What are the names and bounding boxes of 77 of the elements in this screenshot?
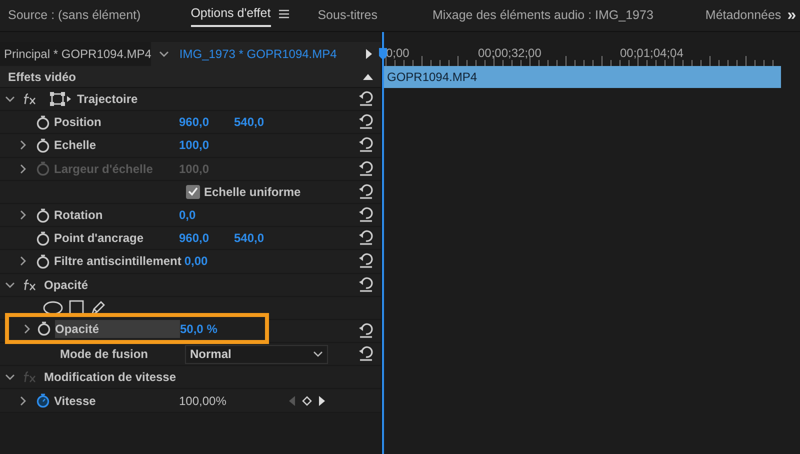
chevron-down-icon[interactable] (5, 95, 15, 104)
parameter-name: Mode de fusion (60, 346, 149, 364)
stopwatch-icon[interactable] (36, 114, 50, 130)
pen-icon[interactable] (90, 300, 105, 316)
reset-icon[interactable] (358, 91, 374, 106)
parameter-name: Point d'ancrage (54, 230, 145, 248)
chevron-right-icon[interactable] (19, 210, 27, 220)
reset-icon[interactable] (358, 253, 374, 268)
collapse-icon[interactable] (363, 73, 373, 80)
parameter-name: Largeur d'échelle (54, 160, 154, 178)
checkbox[interactable] (186, 184, 200, 199)
fx-icon[interactable] (22, 92, 38, 106)
transform-icon[interactable] (50, 92, 72, 106)
overflow-button[interactable]: » (781, 2, 800, 28)
timecode: 0;00 (386, 45, 410, 62)
fx-icon[interactable] (22, 278, 38, 292)
reset-icon[interactable] (358, 206, 374, 222)
reset-icon[interactable] (358, 137, 374, 152)
parameter-value[interactable]: 50,0 % (180, 320, 235, 338)
playhead-handle-icon[interactable] (379, 48, 387, 60)
parameter-value: 100,0 (179, 160, 210, 178)
chevron-right-icon[interactable] (19, 256, 27, 266)
stopwatch-icon[interactable] (36, 254, 50, 269)
reset-icon[interactable] (358, 160, 374, 176)
reset-icon[interactable] (358, 322, 374, 338)
blend-mode-dropdown[interactable]: Normal (185, 344, 328, 364)
chevron-down-icon[interactable] (5, 373, 15, 382)
tab[interactable]: Métadonnées (705, 6, 782, 25)
parameter-name: Position (54, 114, 102, 132)
parameter-name: Opacité (55, 320, 180, 338)
reset-icon[interactable] (358, 276, 374, 292)
chevron-down-icon[interactable] (159, 50, 170, 58)
keyframe-navigator[interactable] (289, 396, 325, 406)
tab[interactable]: Options d'effet (190, 4, 271, 28)
caret-icon (313, 350, 323, 358)
parameter-name: Echelle (54, 137, 98, 154)
parameter-value[interactable]: 960,0 (179, 113, 234, 132)
chevron-right-icon[interactable] (19, 396, 27, 406)
effect-name: Opacité (44, 276, 90, 294)
stopwatch-icon[interactable] (36, 138, 50, 153)
effect-name: Trajectoire (77, 91, 139, 108)
stopwatch-icon[interactable] (36, 393, 50, 408)
reset-icon[interactable] (358, 184, 374, 199)
tab[interactable]: Mixage des éléments audio : IMG_1973 (432, 6, 654, 25)
chevron-right-icon[interactable] (19, 140, 27, 150)
play-icon[interactable] (365, 49, 373, 59)
reset-icon[interactable] (358, 346, 374, 362)
tab[interactable]: Sous-titres (318, 6, 378, 25)
reset-icon[interactable] (358, 230, 374, 246)
tab[interactable]: Source : (sans élément) (8, 6, 141, 25)
section-title: Effets vidéo (8, 68, 76, 86)
ellipse-mask-icon[interactable] (43, 300, 63, 315)
parameter-name: Rotation (54, 207, 104, 224)
stopwatch-icon[interactable] (37, 321, 51, 336)
parameter-name: Filtre antiscintillement (54, 253, 182, 270)
parameter-value[interactable]: 540,0 (234, 113, 289, 132)
parameter-value[interactable]: 540,0 (234, 229, 289, 248)
parameter-value[interactable]: 0,00 (184, 252, 240, 270)
parameter-value: 100,00% (179, 392, 228, 410)
parameter-value[interactable]: 0,0 (179, 206, 234, 224)
chevron-down-icon[interactable] (5, 280, 15, 289)
checkbox-label: Echelle uniforme (204, 184, 302, 201)
effect-name: Modification de vitesse (44, 369, 178, 386)
reset-icon[interactable] (358, 114, 374, 130)
chevron-right-icon[interactable] (23, 324, 31, 334)
clip-name: Principal * GOPR1094.MP4 (3, 46, 152, 63)
parameter-name: Vitesse (54, 392, 97, 410)
parameter-value[interactable]: 960,0 (179, 229, 234, 248)
clip[interactable]: GOPR1094.MP4 (384, 66, 781, 88)
stopwatch-icon[interactable] (36, 208, 50, 223)
next-keyframe-icon[interactable] (318, 396, 325, 406)
add-keyframe-icon[interactable] (302, 396, 312, 406)
parameter-value[interactable]: 100,0 (179, 136, 234, 154)
menu-icon[interactable] (278, 9, 290, 19)
timecode: 00;01;04;04 (620, 45, 684, 62)
timecode: 00;00;32;00 (478, 45, 542, 62)
stopwatch-icon[interactable] (36, 230, 50, 246)
